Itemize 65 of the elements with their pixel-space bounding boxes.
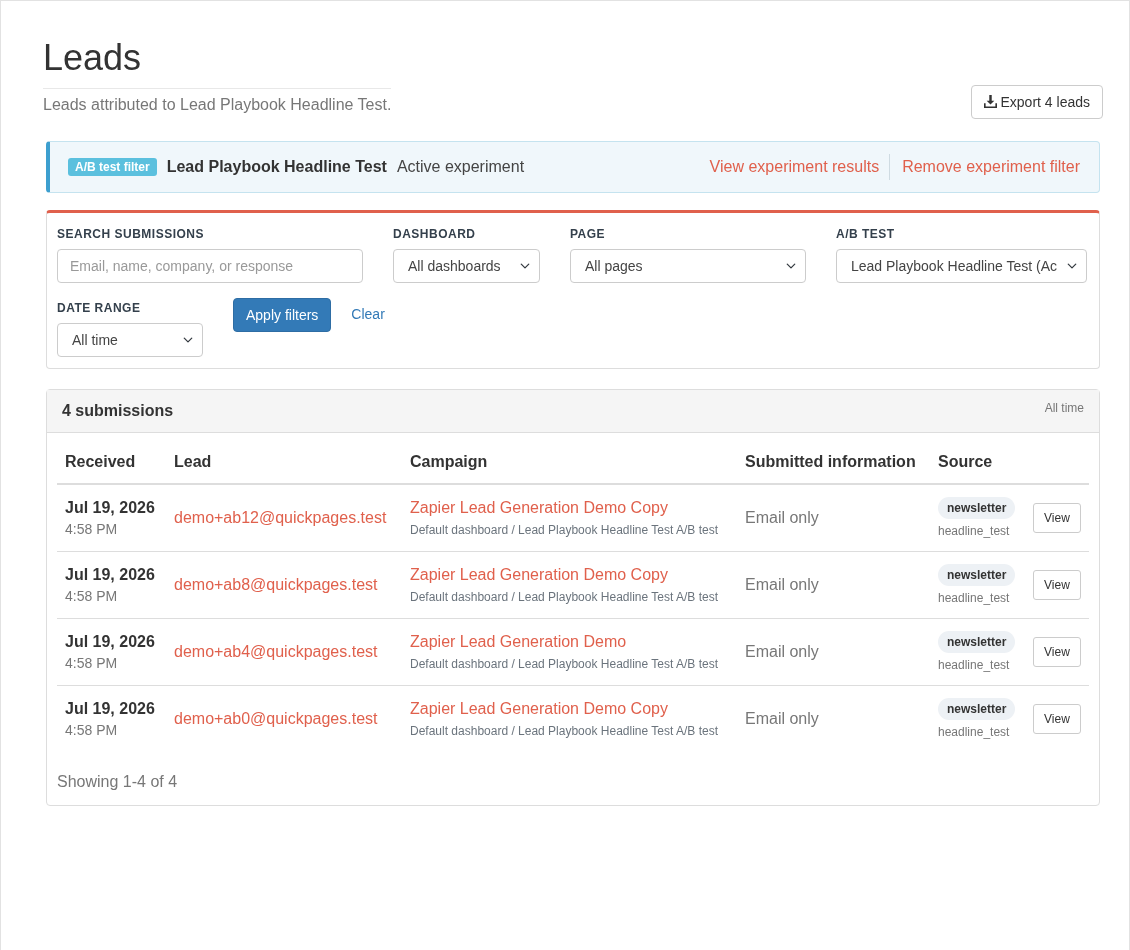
campaign-path: Default dashboard / Lead Playbook Headline Test A/B test <box>410 722 719 740</box>
column-header: Lead <box>166 440 402 484</box>
campaign-link[interactable]: Zapier Lead Generation Demo Copy <box>410 699 668 717</box>
received-time: 4:58 PM <box>65 519 119 539</box>
campaign-path: Default dashboard / Lead Playbook Headline Test A/B test <box>410 655 719 673</box>
pagination-summary: Showing 1-4 of 4 <box>57 771 179 792</box>
source-tag: newsletter <box>938 630 1016 653</box>
page-subtitle: Leads attributed to Lead Playbook Headline Test. <box>43 94 392 115</box>
dashboard-select[interactable]: All dashboards <box>393 248 540 283</box>
page-title: Leads <box>43 38 392 89</box>
date-range-label: All time <box>1044 399 1084 416</box>
source-tag: newsletter <box>938 496 1016 519</box>
lead-email-link[interactable]: demo+ab8@quickpages.test <box>174 575 378 593</box>
submitted-info: Email only <box>745 575 819 593</box>
source-detail: headline_test <box>938 723 1011 741</box>
date-range-select[interactable]: All time <box>57 322 203 357</box>
field-label: SEARCH SUBMISSIONS <box>57 225 206 243</box>
field-label: PAGE <box>570 225 607 243</box>
received-date: Jul 19, 2026 <box>65 497 156 518</box>
campaign-link[interactable]: Zapier Lead Generation Demo Copy <box>410 498 668 516</box>
apply-filters-button[interactable]: Apply filters <box>233 297 332 332</box>
lead-email-link[interactable]: demo+ab0@quickpages.test <box>174 709 378 727</box>
source-tag: newsletter <box>938 563 1016 586</box>
search-field[interactable]: Email, name, company, or response <box>57 248 363 283</box>
submitted-info: Email only <box>745 642 819 660</box>
filter-tag: A/B test filter <box>68 157 157 176</box>
source-tag: newsletter <box>938 697 1016 720</box>
column-header: Campaign <box>402 440 737 484</box>
source-detail: headline_test <box>938 522 1011 540</box>
column-header: Submitted information <box>737 440 930 484</box>
submitted-info: Email only <box>745 709 819 727</box>
lead-email-link[interactable]: demo+ab12@quickpages.test <box>174 508 387 526</box>
page-select[interactable]: All pages <box>570 248 806 283</box>
field-label: A/B TEST <box>836 225 896 243</box>
view-results-link[interactable]: View experiment results <box>709 153 880 180</box>
view-button[interactable]: View <box>1033 636 1081 667</box>
column-header: Source <box>930 440 1025 484</box>
source-detail: headline_test <box>938 589 1011 607</box>
received-time: 4:58 PM <box>65 720 119 740</box>
received-time: 4:58 PM <box>65 653 119 673</box>
column-header: Received <box>57 440 166 484</box>
received-date: Jul 19, 2026 <box>65 698 156 719</box>
view-button[interactable]: View <box>1033 703 1081 734</box>
export-button[interactable]: Export 4 leads <box>970 84 1103 119</box>
campaign-path: Default dashboard / Lead Playbook Headline Test A/B test <box>410 521 719 539</box>
submitted-info: Email only <box>745 508 819 526</box>
campaign-link[interactable]: Zapier Lead Generation Demo <box>410 632 627 650</box>
source-detail: headline_test <box>938 656 1011 674</box>
lead-email-link[interactable]: demo+ab4@quickpages.test <box>174 642 378 660</box>
ab-test-select[interactable]: Lead Playbook Headline Test (Ac <box>836 248 1087 283</box>
received-date: Jul 19, 2026 <box>65 564 156 585</box>
received-date: Jul 19, 2026 <box>65 631 156 652</box>
experiment-status: Active experiment <box>396 156 525 177</box>
field-label: DATE RANGE <box>57 299 142 317</box>
campaign-link[interactable]: Zapier Lead Generation Demo Copy <box>410 565 668 583</box>
remove-filter-link[interactable]: Remove experiment filter <box>902 153 1080 180</box>
field-label: DASHBOARD <box>393 225 477 243</box>
submissions-count: 4 submissions <box>62 400 174 421</box>
experiment-name: Lead Playbook Headline Test <box>166 156 387 177</box>
campaign-path: Default dashboard / Lead Playbook Headline Test A/B test <box>410 588 719 606</box>
received-time: 4:58 PM <box>65 586 119 606</box>
clear-link[interactable]: Clear <box>339 297 397 330</box>
view-button[interactable]: View <box>1033 502 1081 533</box>
download-icon <box>983 95 997 109</box>
view-button[interactable]: View <box>1033 569 1081 600</box>
